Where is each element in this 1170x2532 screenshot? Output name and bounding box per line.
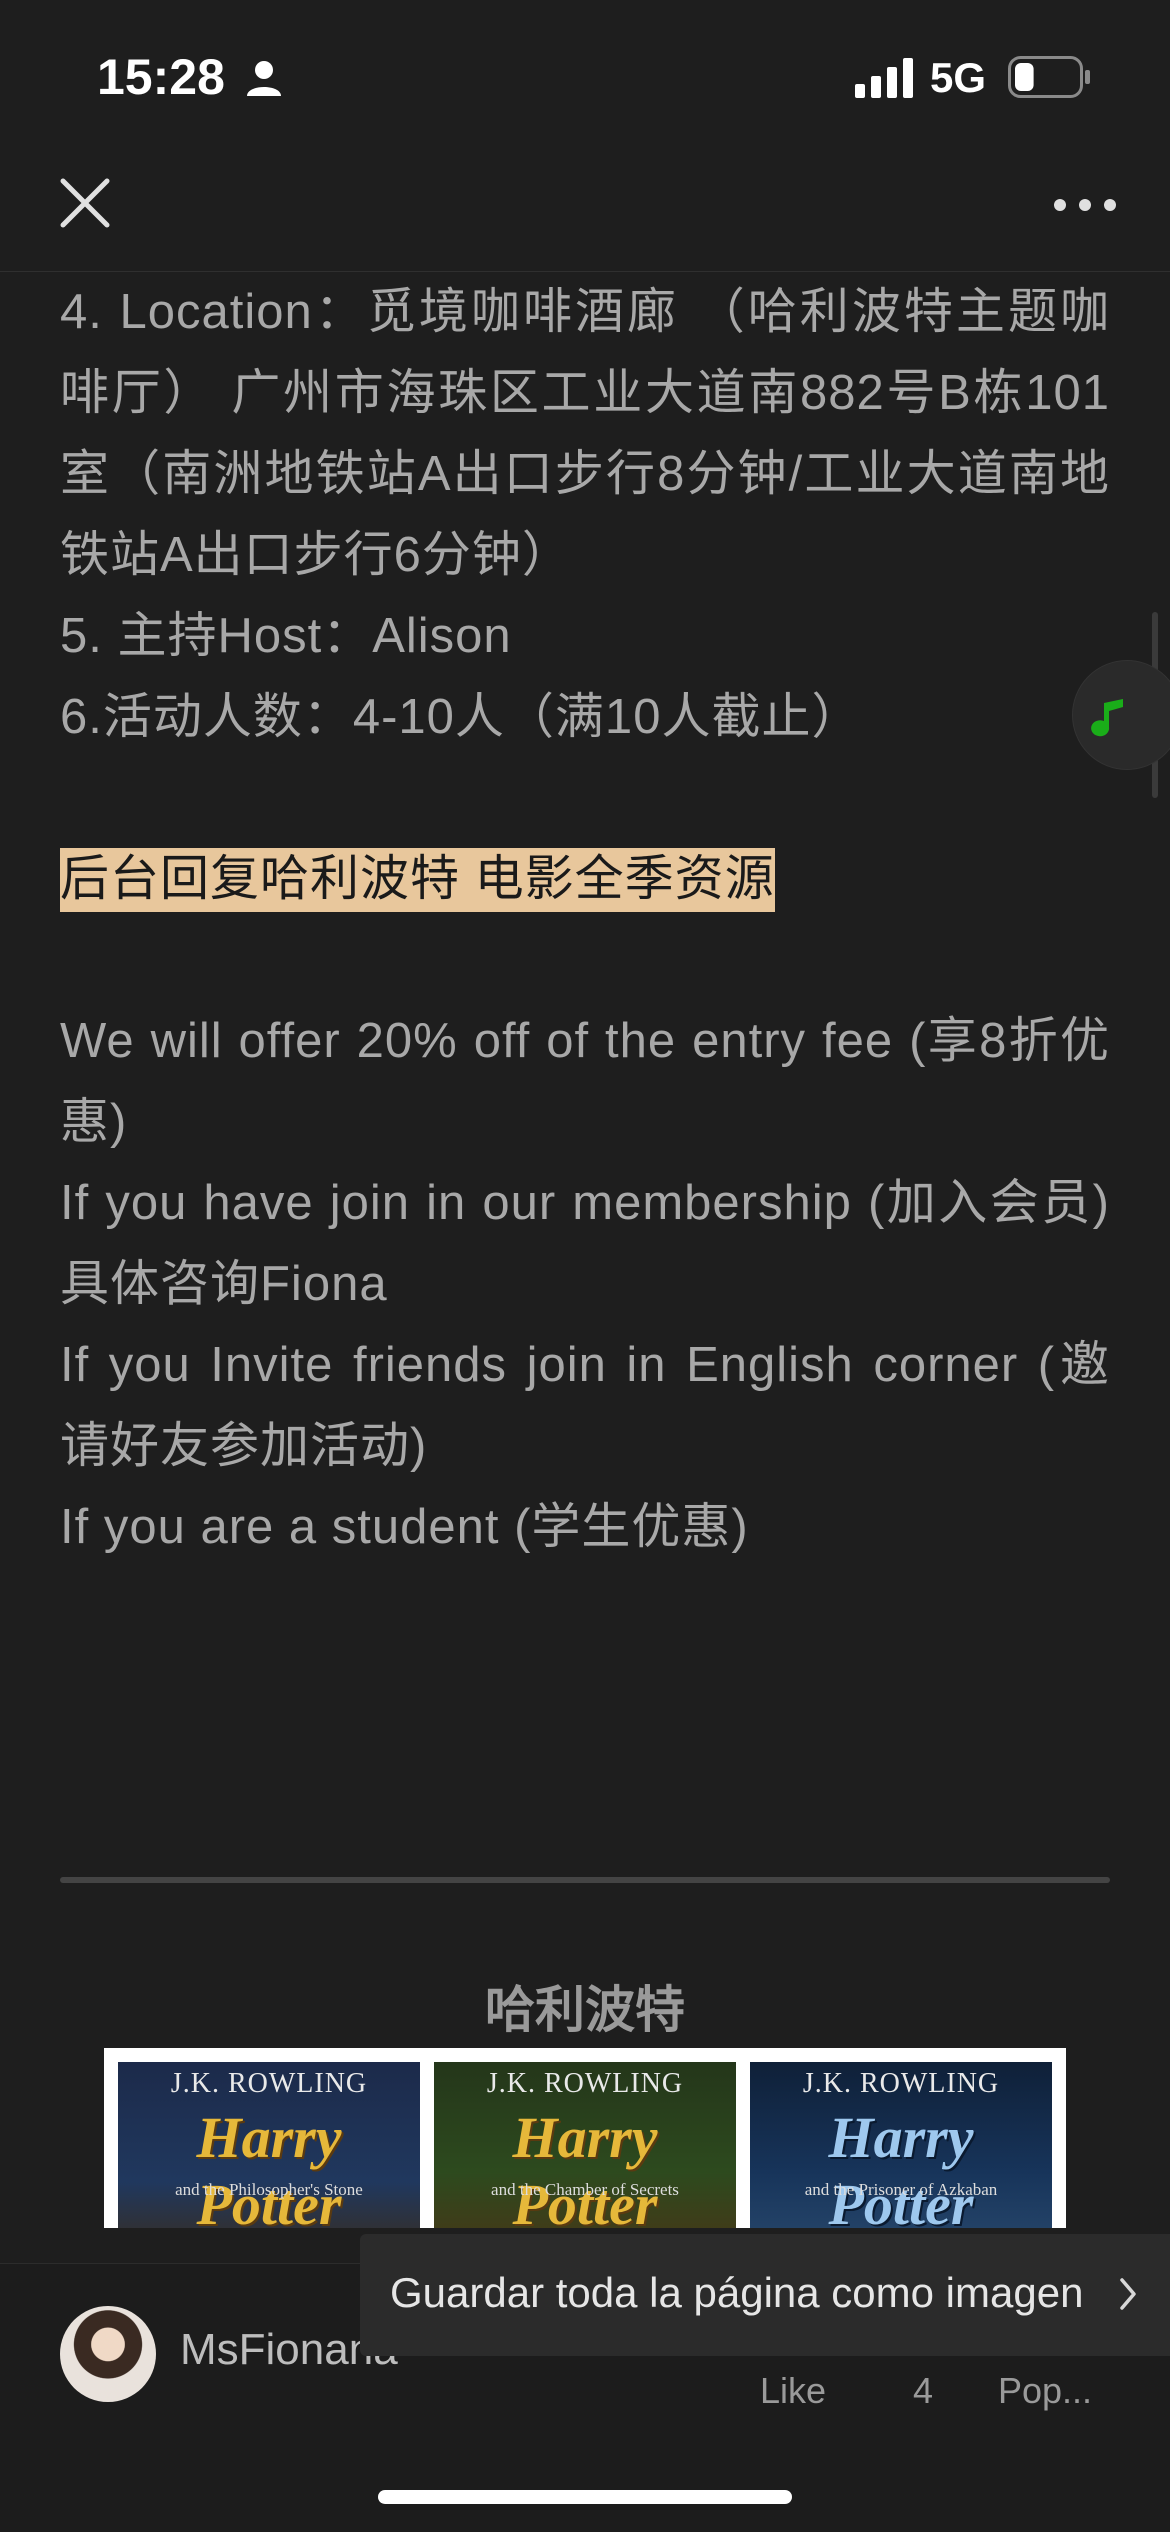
- section-title: 哈利波特: [485, 1982, 685, 2038]
- like-count: 4: [913, 2370, 934, 2411]
- book-author: J.K. ROWLING: [170, 2068, 368, 2099]
- close-icon[interactable]: [55, 173, 115, 233]
- promo-block: We will offer 20% off of the entry fee (…: [60, 1001, 1110, 1568]
- highlight-block: 后台回复哈利波特 电影全季资源: [60, 839, 1110, 920]
- book-cover: J.K. ROWLING Harry Potter and the Prison…: [750, 2062, 1052, 2228]
- book-cover: J.K. ROWLING Harry Potter and the Philos…: [118, 2062, 420, 2228]
- music-note-icon: [1091, 699, 1123, 737]
- book-author: J.K. ROWLING: [802, 2068, 1000, 2099]
- highlight-text: 后台回复哈利波特 电影全季资源: [60, 848, 775, 912]
- promo-line: If you Invite friends join in English co…: [60, 1338, 1110, 1473]
- host-line: 5. 主持Host：Alison: [60, 609, 512, 663]
- book-subtitle: and the Prisoner of Azkaban: [804, 2180, 998, 2199]
- more-dots-icon[interactable]: [1050, 190, 1120, 220]
- like-button[interactable]: Like: [760, 2370, 826, 2412]
- pop-button[interactable]: Pop...: [998, 2370, 1092, 2412]
- book-subtitle: and the Philosopher's Stone: [175, 2180, 363, 2199]
- section-divider: [60, 1877, 1110, 1883]
- avatar[interactable]: [60, 2306, 156, 2402]
- promo-line: We will offer 20% off of the entry fee (…: [60, 1014, 1110, 1149]
- toast-text[interactable]: Guardar toda la página como imagen: [390, 2269, 1083, 2317]
- chevron-right-icon[interactable]: [1118, 2276, 1138, 2312]
- promo-line: If you have join in our membership (加入会员…: [60, 1176, 1110, 1311]
- promo-line: If you are a student (学生优惠): [60, 1500, 749, 1554]
- person-icon: [247, 61, 281, 96]
- book-title: Harry Potter: [196, 2105, 342, 2228]
- nav-bar: [0, 150, 1170, 272]
- book-author: J.K. ROWLING: [486, 2068, 684, 2099]
- home-indicator[interactable]: [378, 2490, 792, 2504]
- network-label: 5G: [930, 54, 987, 101]
- book-covers-image[interactable]: J.K. ROWLING Harry Potter and the Philos…: [104, 2048, 1066, 2228]
- book-title: Harry Potter: [828, 2105, 974, 2228]
- status-time: 15:28: [97, 49, 225, 105]
- signal-bars-icon: [855, 58, 913, 98]
- battery-icon: [1008, 56, 1090, 98]
- floating-music-button[interactable]: [1072, 660, 1170, 770]
- book-cover: J.K. ROWLING Harry Potter and the Chambe…: [434, 2062, 736, 2228]
- attendee-line: 6.活动人数：4-10人（满10人截止）: [60, 690, 862, 744]
- article-body: 4. Location：觅境咖啡酒廊 （哈利波特主题咖啡厅） 广州市海珠区工业大…: [60, 272, 1110, 1568]
- location-line: 4. Location：觅境咖啡酒廊 （哈利波特主题咖啡厅） 广州市海珠区工业大…: [60, 285, 1110, 582]
- book-title: Harry Potter: [512, 2105, 658, 2228]
- book-subtitle: and the Chamber of Secrets: [491, 2180, 679, 2199]
